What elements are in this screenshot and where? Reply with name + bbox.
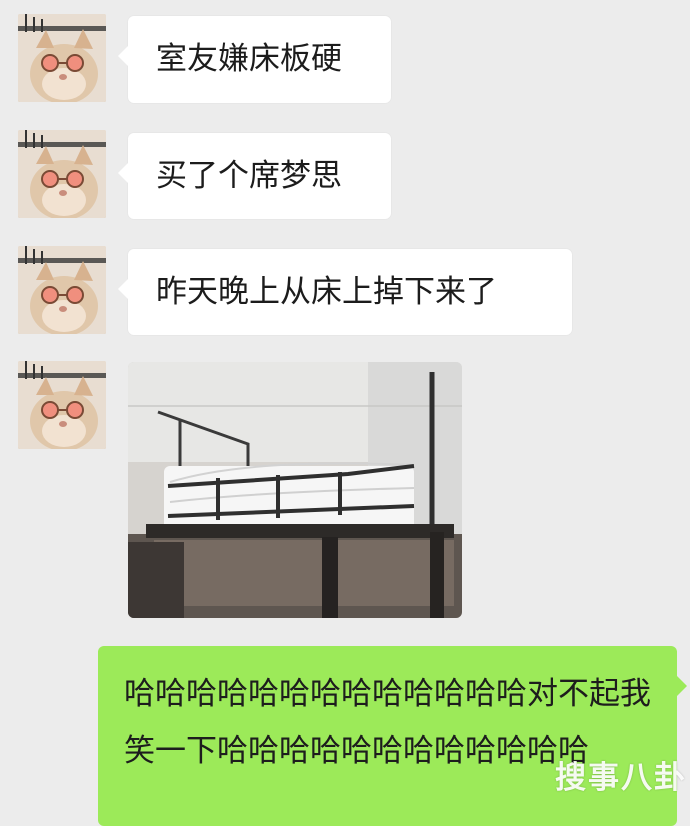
cat-with-sunglasses-icon: [18, 361, 106, 449]
cat-with-sunglasses-icon: [18, 130, 106, 218]
message-text: 昨天晚上从床上掉下来了: [156, 273, 497, 310]
message-bubble[interactable]: 买了个席梦思: [118, 133, 391, 219]
cat-with-sunglasses-icon: [18, 246, 106, 334]
mattress-on-bunk-bed-photo: [128, 362, 462, 618]
cat-with-sunglasses-icon: [18, 14, 106, 102]
contact-avatar[interactable]: [18, 14, 106, 102]
reply-text: 哈哈哈哈哈哈哈哈哈哈哈哈哈对不起我笑一下哈哈哈哈哈哈哈哈哈哈哈哈: [124, 676, 651, 769]
message-text: 室友嫌床板硬: [156, 41, 342, 77]
message-bubble[interactable]: 室友嫌床板硬: [118, 16, 391, 103]
contact-avatar[interactable]: [18, 130, 106, 218]
contact-avatar[interactable]: [18, 361, 106, 449]
message-bubble[interactable]: 昨天晚上从床上掉下来了: [118, 249, 572, 335]
message-text: 买了个席梦思: [156, 157, 342, 194]
reply-bubble[interactable]: 哈哈哈哈哈哈哈哈哈哈哈哈哈对不起我笑一下哈哈哈哈哈哈哈哈哈哈哈哈: [98, 646, 687, 826]
image-message[interactable]: [128, 362, 462, 618]
contact-avatar[interactable]: [18, 246, 106, 334]
